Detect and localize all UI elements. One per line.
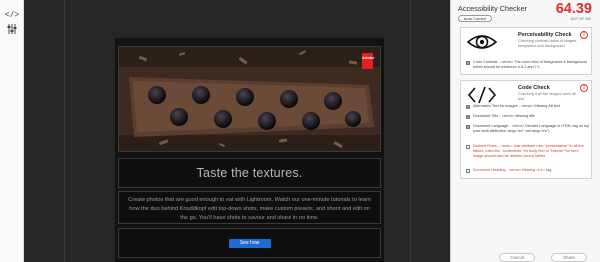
headline-block[interactable]: Taste the textures. (118, 158, 381, 188)
check-item-text: Color Contrast - <error> The color ratio… (473, 60, 587, 69)
card-description: Checking if all the images have alt text (518, 92, 576, 101)
card-description: Checking contrast ratios of images, fore… (518, 39, 578, 48)
see-how-button[interactable]: See how (228, 238, 271, 248)
check-item[interactable]: Document Heading - <error> Missing <h1> … (466, 168, 590, 173)
card-title: Code Check (518, 85, 550, 91)
check-item[interactable]: Alternative Text for images - <error> Mi… (466, 104, 590, 109)
tart-illustration (119, 47, 380, 151)
accessibility-checker-panel: Accessibility Checker Auto Correct 64.39… (450, 0, 600, 262)
accessibility-score: 64.39 (555, 1, 592, 17)
check-item-text: Document Heading - <error> Missing <h1> … (473, 168, 552, 172)
share-button[interactable]: Share (551, 253, 587, 262)
email-preview: Adobe Taste the textures. Create photos … (115, 38, 384, 262)
tool-rail: </> (0, 0, 24, 262)
code-check-card: Code Check Checking if all the images ha… (460, 80, 592, 179)
cta-block: See how (118, 228, 381, 258)
code-brackets-icon[interactable]: </> (5, 8, 19, 20)
checkbox[interactable] (466, 61, 470, 65)
check-item[interactable]: Defined Roles - <error> Use attribute ro… (466, 144, 590, 158)
svg-text:</>: </> (5, 11, 19, 19)
checkbox[interactable] (466, 105, 470, 109)
adobe-logo: Adobe (362, 53, 374, 69)
eye-icon (466, 32, 498, 57)
guide-line (64, 0, 65, 262)
check-item-text: Document Language - <error> Declare Lang… (473, 124, 590, 133)
email-body-text: Create photos that are good enough to ea… (128, 197, 371, 221)
check-item-text: Document Title - <error> Missing title (473, 114, 536, 118)
perceivability-check-card: Perceivability Check Checking contrast r… (460, 27, 592, 75)
editor-canvas: Adobe Taste the textures. Create photos … (24, 0, 450, 262)
check-item[interactable]: Document Title - <error> Missing title (466, 114, 590, 119)
check-item-text: Alternative Text for images - <error> Mi… (473, 104, 560, 108)
checkbox[interactable] (466, 125, 470, 129)
cancel-button[interactable]: Cancel (499, 253, 535, 262)
panel-title: Accessibility Checker (458, 4, 527, 13)
guide-line (410, 0, 411, 262)
alert-icon: ! (580, 84, 588, 92)
sliders-icon[interactable] (5, 23, 19, 35)
score-caption: OUT OF 100 (570, 17, 591, 21)
card-title: Perceivability Check (518, 32, 572, 38)
check-item-text: Defined Roles - <error> Use attribute ro… (473, 144, 584, 158)
email-headline: Taste the textures. (196, 166, 303, 180)
check-item[interactable]: Document Language - <error> Declare Lang… (466, 124, 590, 134)
hero-image[interactable]: Adobe (118, 46, 381, 152)
auto-correct-button[interactable]: Auto Correct (458, 15, 492, 22)
checkbox[interactable] (466, 145, 470, 149)
checkbox[interactable] (466, 115, 470, 119)
checkbox[interactable] (466, 169, 470, 173)
body-text-block[interactable]: Create photos that are good enough to ea… (118, 191, 381, 224)
alert-icon: ! (580, 31, 588, 39)
check-item[interactable]: Color Contrast - <error> The color ratio… (466, 60, 590, 70)
